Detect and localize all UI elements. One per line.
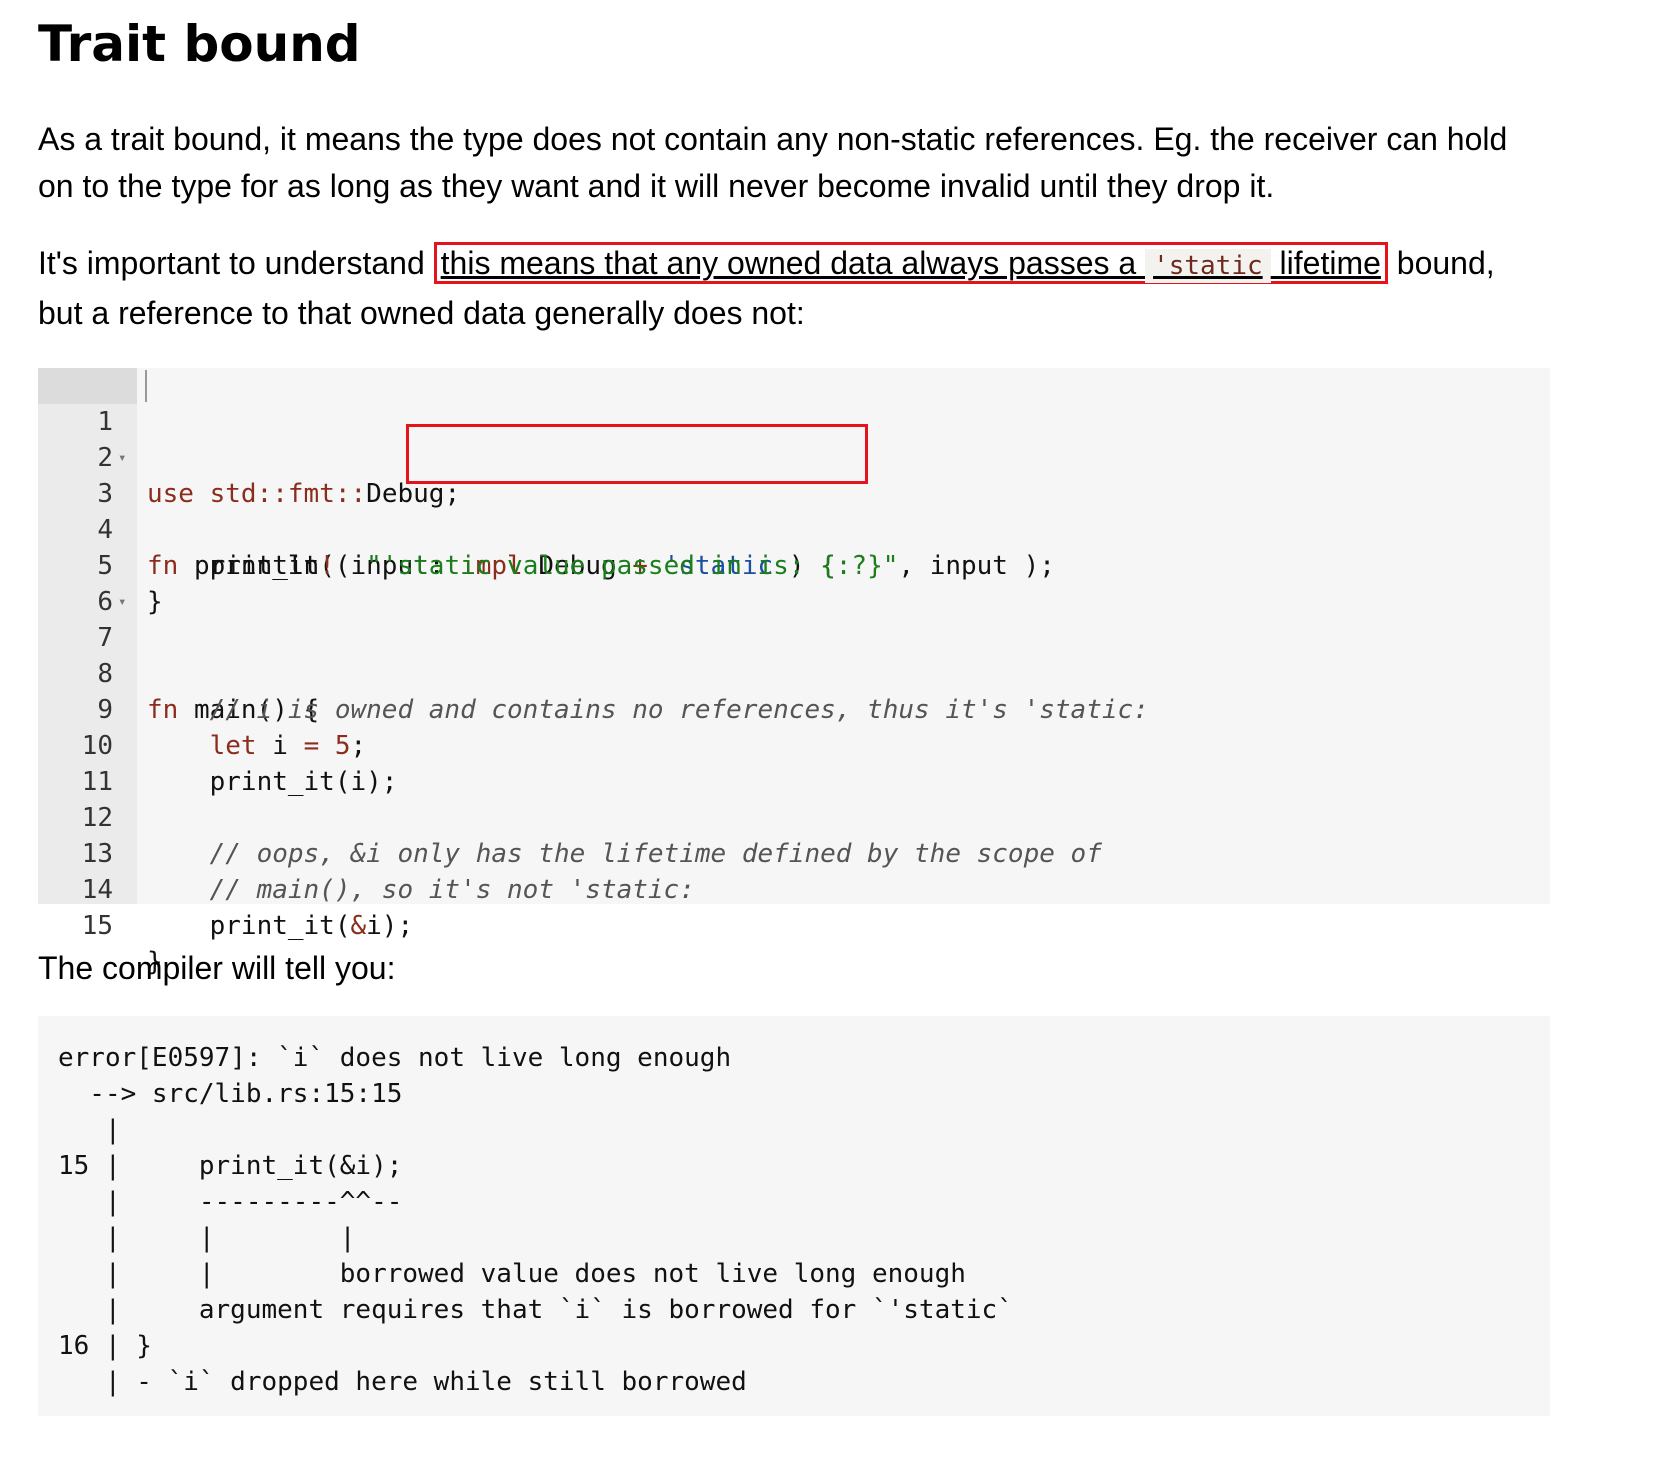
page-title: Trait bound xyxy=(38,15,361,73)
output-line: 16 | } xyxy=(58,1331,152,1361)
inline-code-static: 'static xyxy=(1145,249,1271,283)
code-line: 6 xyxy=(38,548,1550,617)
code-highlight-box xyxy=(406,424,868,484)
paragraph-owned-data: It's important to understand this means … xyxy=(38,240,1548,337)
code-line: 9 let i = 5; xyxy=(38,656,1550,761)
compiler-output-block: error[E0597]: `i` does not live long eno… xyxy=(38,1016,1550,1416)
para-text-before: It's important to understand xyxy=(38,245,434,281)
output-line: 15 | print_it(&i); xyxy=(58,1151,403,1181)
code-line: 5 } xyxy=(38,512,1550,617)
code-text: print_it(&i); xyxy=(147,911,414,941)
highlight-text: this means that any owned data always pa… xyxy=(440,245,1146,281)
output-line: | | | xyxy=(58,1223,356,1253)
fold-toggle-icon[interactable]: ▾ xyxy=(118,440,126,476)
code-line: 10 print_it(i); xyxy=(38,692,1550,797)
code-line: 15 } xyxy=(38,872,1550,977)
code-line: 11 xyxy=(38,728,1550,797)
output-line: | ---------^^-- xyxy=(58,1187,403,1217)
output-line: error[E0597]: `i` does not live long eno… xyxy=(58,1043,732,1073)
fold-toggle-icon[interactable]: ▾ xyxy=(118,584,126,620)
text-cursor xyxy=(145,370,147,402)
paragraph-trait-bound: As a trait bound, it means the type does… xyxy=(38,121,1508,204)
output-line: --> src/lib.rs:15:15 xyxy=(58,1079,403,1109)
code-editor[interactable]: 1 use std::fmt::Debug; 2 3 ▾ fn print_it… xyxy=(38,368,1550,977)
code-line: 13 // main(), so it's not 'static: xyxy=(38,800,1550,905)
output-line: | argument requires that `i` is borrowed… xyxy=(58,1295,1013,1325)
code-line: 7 ▾ fn main() { xyxy=(38,584,1550,725)
output-line: | | borrowed value does not live long en… xyxy=(58,1259,966,1289)
highlight-after: lifetime xyxy=(1270,245,1381,281)
paragraph-compiler: The compiler will tell you: xyxy=(38,950,396,986)
code-line: 1 use std::fmt::Debug; xyxy=(38,368,1550,509)
code-line: 14 print_it(&i); xyxy=(38,836,1550,941)
code-line: 12 // oops, &i only has the lifetime def… xyxy=(38,764,1550,869)
code-line: 8 // i is owned and contains no referenc… xyxy=(38,620,1550,725)
line-number: 15 xyxy=(81,911,113,941)
output-line: | xyxy=(58,1115,121,1145)
highlighted-sentence: this means that any owned data always pa… xyxy=(433,242,1388,284)
output-line: | - `i` dropped here while still borrowe… xyxy=(58,1367,747,1397)
